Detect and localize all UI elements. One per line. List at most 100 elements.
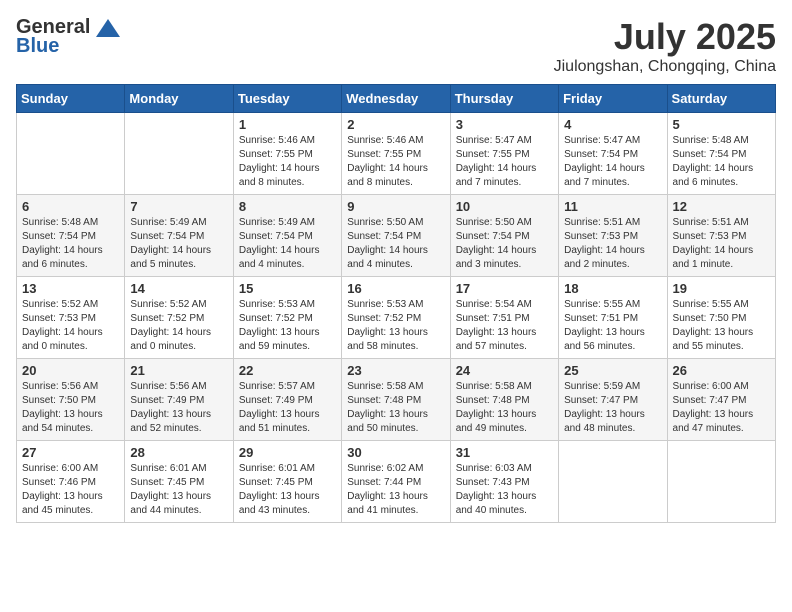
day-info: Sunrise: 5:59 AM Sunset: 7:47 PM Dayligh… [564, 380, 661, 436]
day-info: Sunrise: 5:55 AM Sunset: 7:51 PM Dayligh… [564, 298, 661, 354]
calendar-cell: 28 Sunrise: 6:01 AM Sunset: 7:45 PM Dayli… [125, 441, 233, 523]
calendar-cell: 30 Sunrise: 6:02 AM Sunset: 7:44 PM Dayli… [342, 441, 450, 523]
day-number: 11 [564, 199, 661, 214]
day-info: Sunrise: 5:47 AM Sunset: 7:54 PM Dayligh… [564, 134, 661, 190]
calendar-cell: 2Sunrise: 5:46 AM Sunset: 7:55 PM Daylig… [342, 113, 450, 195]
day-number: 8 [239, 199, 336, 214]
day-number: 19 [673, 281, 770, 296]
calendar-cell: 8 Sunrise: 5:49 AM Sunset: 7:54 PM Daylig… [233, 195, 341, 277]
day-info: Sunrise: 5:53 AM Sunset: 7:52 PM Dayligh… [347, 298, 444, 354]
calendar-table: SundayMondayTuesdayWednesdayThursdayFrid… [16, 84, 776, 523]
day-info: Sunrise: 5:57 AM Sunset: 7:49 PM Dayligh… [239, 380, 336, 436]
weekday-header: Saturday [667, 85, 775, 113]
calendar-cell: 24Sunrise: 5:58 AM Sunset: 7:48 PM Dayli… [450, 359, 558, 441]
calendar-cell: 27 Sunrise: 6:00 AM Sunset: 7:46 PM Dayli… [17, 441, 125, 523]
day-number: 25 [564, 363, 661, 378]
day-info: Sunrise: 5:51 AM Sunset: 7:53 PM Dayligh… [673, 216, 770, 272]
calendar-cell: 7Sunrise: 5:49 AM Sunset: 7:54 PM Daylig… [125, 195, 233, 277]
calendar-cell: 19 Sunrise: 5:55 AM Sunset: 7:50 PM Dayli… [667, 277, 775, 359]
day-info: Sunrise: 5:52 AM Sunset: 7:52 PM Dayligh… [130, 298, 227, 354]
day-info: Sunrise: 5:49 AM Sunset: 7:54 PM Dayligh… [130, 216, 227, 272]
weekday-header: Sunday [17, 85, 125, 113]
day-number: 14 [130, 281, 227, 296]
day-number: 29 [239, 445, 336, 460]
day-info: Sunrise: 5:46 AM Sunset: 7:55 PM Dayligh… [239, 134, 336, 190]
month-year-title: July 2025 [554, 16, 776, 58]
calendar-cell [17, 113, 125, 195]
weekday-header: Friday [559, 85, 667, 113]
calendar-cell: 22 Sunrise: 5:57 AM Sunset: 7:49 PM Dayli… [233, 359, 341, 441]
logo-icon [94, 17, 122, 39]
day-info: Sunrise: 5:46 AM Sunset: 7:55 PM Dayligh… [347, 134, 444, 190]
day-info: Sunrise: 5:49 AM Sunset: 7:54 PM Dayligh… [239, 216, 336, 272]
calendar-cell: 6 Sunrise: 5:48 AM Sunset: 7:54 PM Daylig… [17, 195, 125, 277]
calendar-cell: 3Sunrise: 5:47 AM Sunset: 7:55 PM Daylig… [450, 113, 558, 195]
day-number: 24 [456, 363, 553, 378]
calendar-week-row: 20 Sunrise: 5:56 AM Sunset: 7:50 PM Dayli… [17, 359, 776, 441]
day-number: 31 [456, 445, 553, 460]
calendar-cell: 29 Sunrise: 6:01 AM Sunset: 7:45 PM Dayli… [233, 441, 341, 523]
page-header: General Blue July 2025 Jiulongshan, Chon… [16, 16, 776, 76]
day-info: Sunrise: 5:56 AM Sunset: 7:49 PM Dayligh… [130, 380, 227, 436]
calendar-cell: 18Sunrise: 5:55 AM Sunset: 7:51 PM Dayli… [559, 277, 667, 359]
day-info: Sunrise: 5:48 AM Sunset: 7:54 PM Dayligh… [22, 216, 119, 272]
day-info: Sunrise: 5:52 AM Sunset: 7:53 PM Dayligh… [22, 298, 119, 354]
calendar-cell: 4 Sunrise: 5:47 AM Sunset: 7:54 PM Daylig… [559, 113, 667, 195]
calendar-cell [667, 441, 775, 523]
calendar-cell: 17Sunrise: 5:54 AM Sunset: 7:51 PM Dayli… [450, 277, 558, 359]
title-block: July 2025 Jiulongshan, Chongqing, China [554, 16, 776, 76]
day-info: Sunrise: 5:50 AM Sunset: 7:54 PM Dayligh… [347, 216, 444, 272]
calendar-cell: 13 Sunrise: 5:52 AM Sunset: 7:53 PM Dayli… [17, 277, 125, 359]
day-info: Sunrise: 6:00 AM Sunset: 7:46 PM Dayligh… [22, 462, 119, 518]
day-info: Sunrise: 5:55 AM Sunset: 7:50 PM Dayligh… [673, 298, 770, 354]
day-info: Sunrise: 5:58 AM Sunset: 7:48 PM Dayligh… [347, 380, 444, 436]
day-number: 13 [22, 281, 119, 296]
day-number: 4 [564, 117, 661, 132]
calendar-cell: 12 Sunrise: 5:51 AM Sunset: 7:53 PM Dayli… [667, 195, 775, 277]
calendar-cell [559, 441, 667, 523]
calendar-cell: 5 Sunrise: 5:48 AM Sunset: 7:54 PM Daylig… [667, 113, 775, 195]
logo: General Blue [16, 16, 122, 58]
day-info: Sunrise: 6:01 AM Sunset: 7:45 PM Dayligh… [130, 462, 227, 518]
day-info: Sunrise: 6:00 AM Sunset: 7:47 PM Dayligh… [673, 380, 770, 436]
day-info: Sunrise: 5:54 AM Sunset: 7:51 PM Dayligh… [456, 298, 553, 354]
day-info: Sunrise: 6:03 AM Sunset: 7:43 PM Dayligh… [456, 462, 553, 518]
day-number: 10 [456, 199, 553, 214]
day-number: 22 [239, 363, 336, 378]
calendar-cell: 1 Sunrise: 5:46 AM Sunset: 7:55 PM Daylig… [233, 113, 341, 195]
logo-blue-text: Blue [16, 35, 59, 58]
day-info: Sunrise: 6:01 AM Sunset: 7:45 PM Dayligh… [239, 462, 336, 518]
day-number: 6 [22, 199, 119, 214]
day-number: 5 [673, 117, 770, 132]
calendar-cell: 23 Sunrise: 5:58 AM Sunset: 7:48 PM Dayli… [342, 359, 450, 441]
day-info: Sunrise: 6:02 AM Sunset: 7:44 PM Dayligh… [347, 462, 444, 518]
day-number: 12 [673, 199, 770, 214]
day-number: 3 [456, 117, 553, 132]
day-number: 30 [347, 445, 444, 460]
day-number: 1 [239, 117, 336, 132]
calendar-cell: 15Sunrise: 5:53 AM Sunset: 7:52 PM Dayli… [233, 277, 341, 359]
day-number: 20 [22, 363, 119, 378]
calendar-cell: 16 Sunrise: 5:53 AM Sunset: 7:52 PM Dayli… [342, 277, 450, 359]
calendar-cell: 31 Sunrise: 6:03 AM Sunset: 7:43 PM Dayli… [450, 441, 558, 523]
day-info: Sunrise: 5:56 AM Sunset: 7:50 PM Dayligh… [22, 380, 119, 436]
day-info: Sunrise: 5:48 AM Sunset: 7:54 PM Dayligh… [673, 134, 770, 190]
calendar-cell: 25 Sunrise: 5:59 AM Sunset: 7:47 PM Dayli… [559, 359, 667, 441]
day-number: 9 [347, 199, 444, 214]
day-number: 21 [130, 363, 227, 378]
weekday-header: Monday [125, 85, 233, 113]
weekday-header: Wednesday [342, 85, 450, 113]
weekday-header-row: SundayMondayTuesdayWednesdayThursdayFrid… [17, 85, 776, 113]
weekday-header: Tuesday [233, 85, 341, 113]
day-number: 27 [22, 445, 119, 460]
day-info: Sunrise: 5:51 AM Sunset: 7:53 PM Dayligh… [564, 216, 661, 272]
calendar-week-row: 1 Sunrise: 5:46 AM Sunset: 7:55 PM Daylig… [17, 113, 776, 195]
day-number: 23 [347, 363, 444, 378]
calendar-week-row: 13 Sunrise: 5:52 AM Sunset: 7:53 PM Dayli… [17, 277, 776, 359]
day-number: 16 [347, 281, 444, 296]
day-info: Sunrise: 5:53 AM Sunset: 7:52 PM Dayligh… [239, 298, 336, 354]
day-number: 28 [130, 445, 227, 460]
calendar-week-row: 6 Sunrise: 5:48 AM Sunset: 7:54 PM Daylig… [17, 195, 776, 277]
calendar-cell [125, 113, 233, 195]
location-subtitle: Jiulongshan, Chongqing, China [554, 58, 776, 76]
